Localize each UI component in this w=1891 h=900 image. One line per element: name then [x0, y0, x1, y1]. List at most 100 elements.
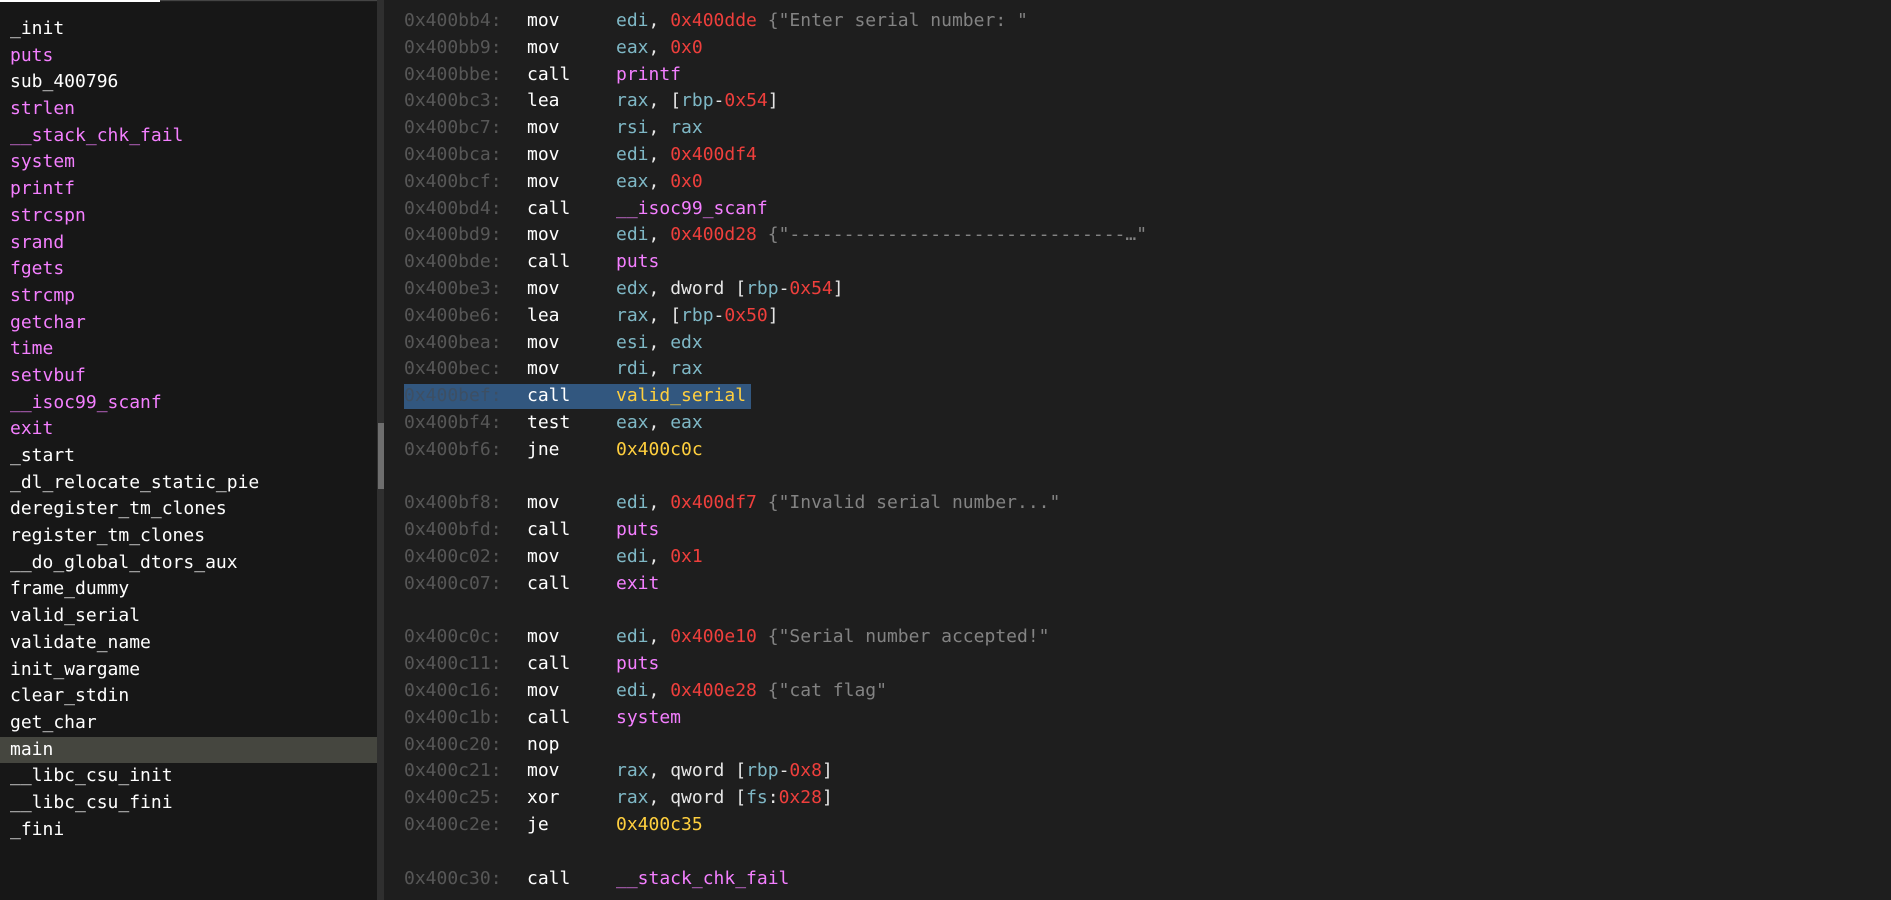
register-operand: eax	[616, 170, 649, 192]
function-item-libc-csu-init[interactable]: __libc_csu_init	[0, 763, 377, 790]
instruction-mnemonic: test	[527, 411, 571, 433]
instruction-address[interactable]: 0x400bbe:	[404, 62, 502, 89]
function-item-init[interactable]: _init	[0, 16, 377, 43]
register-operand: rbp	[746, 277, 779, 299]
instruction-address[interactable]: 0x400bd9:	[404, 222, 502, 249]
function-item-fgets[interactable]: fgets	[0, 256, 377, 283]
import-symbol[interactable]: puts	[616, 251, 659, 272]
immediate-operand[interactable]: 0x54	[789, 278, 832, 299]
import-symbol[interactable]: printf	[616, 64, 681, 85]
local-symbol[interactable]: 0x400c0c	[616, 439, 703, 460]
immediate-operand[interactable]: 0x400e10	[670, 626, 757, 647]
function-item-frame-dummy[interactable]: frame_dummy	[0, 576, 377, 603]
operand-text: ,	[648, 117, 671, 139]
function-item-get-char[interactable]: get_char	[0, 710, 377, 737]
operand-text: ,	[648, 411, 671, 433]
function-item-do-global-dtors-aux[interactable]: __do_global_dtors_aux	[0, 550, 377, 577]
instruction-mnemonic: mov	[527, 358, 560, 380]
instruction-address[interactable]: 0x400c25:	[404, 785, 502, 812]
function-item-start[interactable]: _start	[0, 443, 377, 470]
immediate-operand[interactable]: 0x400df7	[670, 492, 757, 513]
instruction-mnemonic: mov	[527, 170, 560, 192]
function-item-register-tm-clones[interactable]: register_tm_clones	[0, 523, 377, 550]
immediate-operand[interactable]: 0x400df4	[670, 144, 757, 165]
function-item-validate-name[interactable]: validate_name	[0, 630, 377, 657]
instruction-address[interactable]: 0x400bc7:	[404, 115, 502, 142]
immediate-operand[interactable]: 0x400dde	[670, 10, 757, 31]
instruction-address[interactable]: 0x400bec:	[404, 356, 502, 383]
local-symbol[interactable]: 0x400c35	[616, 814, 703, 835]
import-symbol[interactable]: puts	[616, 519, 659, 540]
immediate-operand[interactable]: 0x0	[670, 171, 703, 192]
function-item-clear-stdin[interactable]: clear_stdin	[0, 683, 377, 710]
instruction-address[interactable]: 0x400c16:	[404, 678, 502, 705]
instruction-address[interactable]: 0x400bea:	[404, 330, 502, 357]
instruction-address[interactable]: 0x400bca:	[404, 142, 502, 169]
instruction-mnemonic: call	[527, 867, 571, 889]
local-symbol[interactable]: valid_serial	[616, 385, 746, 406]
function-item-time[interactable]: time	[0, 336, 377, 363]
instruction-mnemonic: call	[527, 653, 571, 675]
instruction-address[interactable]: 0x400be6:	[404, 303, 502, 330]
function-item-printf[interactable]: printf	[0, 176, 377, 203]
instruction-address[interactable]: 0x400c2e:	[404, 812, 502, 839]
instruction-mnemonic: mov	[527, 143, 560, 165]
import-symbol[interactable]: __stack_chk_fail	[616, 868, 789, 889]
instruction-address[interactable]: 0x400bde:	[404, 249, 502, 276]
instruction-address[interactable]: 0x400bfd:	[404, 517, 502, 544]
instruction-address[interactable]: 0x400c07:	[404, 571, 502, 598]
instruction-address[interactable]: 0x400c0c:	[404, 624, 502, 651]
function-item-fini[interactable]: _fini	[0, 817, 377, 844]
function-item-setvbuf[interactable]: setvbuf	[0, 363, 377, 390]
instruction-address[interactable]: 0x400c21:	[404, 758, 502, 785]
function-item-strcspn[interactable]: strcspn	[0, 203, 377, 230]
instruction-address[interactable]: 0x400bf8:	[404, 490, 502, 517]
immediate-operand[interactable]: 0x8	[789, 760, 822, 781]
instruction-address[interactable]: 0x400bef:	[404, 383, 502, 410]
instruction-address[interactable]: 0x400bf4:	[404, 410, 502, 437]
instruction-address[interactable]: 0x400c1b:	[404, 705, 502, 732]
instruction-address[interactable]: 0x400c20:	[404, 732, 502, 759]
function-item-exit[interactable]: exit	[0, 416, 377, 443]
instruction-address[interactable]: 0x400bb9:	[404, 35, 502, 62]
function-item-strlen[interactable]: strlen	[0, 96, 377, 123]
operand-text: ]	[832, 277, 844, 299]
function-item-isoc99-scanf[interactable]: __isoc99_scanf	[0, 390, 377, 417]
immediate-operand[interactable]: 0x0	[670, 37, 703, 58]
immediate-operand[interactable]: 0x50	[724, 305, 767, 326]
function-item-srand[interactable]: srand	[0, 230, 377, 257]
instruction-address[interactable]: 0x400c11:	[404, 651, 502, 678]
import-symbol[interactable]: puts	[616, 653, 659, 674]
import-symbol[interactable]: exit	[616, 573, 659, 594]
function-item-getchar[interactable]: getchar	[0, 310, 377, 337]
immediate-operand[interactable]: 0x400d28	[670, 224, 757, 245]
import-symbol[interactable]: system	[616, 707, 681, 728]
instruction-operands: edi, 0x400dde {"Enter serial number: "	[616, 8, 1028, 35]
immediate-operand[interactable]: 0x54	[724, 90, 767, 111]
function-item-init-wargame[interactable]: init_wargame	[0, 657, 377, 684]
instruction-address[interactable]: 0x400c02:	[404, 544, 502, 571]
function-item-stack-chk-fail[interactable]: __stack_chk_fail	[0, 123, 377, 150]
import-symbol[interactable]: __isoc99_scanf	[616, 198, 768, 219]
function-item-libc-csu-fini[interactable]: __libc_csu_fini	[0, 790, 377, 817]
function-item-puts[interactable]: puts	[0, 43, 377, 70]
register-operand: rax	[670, 358, 703, 380]
instruction-address[interactable]: 0x400be3:	[404, 276, 502, 303]
immediate-operand[interactable]: 0x400e28	[670, 680, 757, 701]
function-item-strcmp[interactable]: strcmp	[0, 283, 377, 310]
immediate-operand[interactable]: 0x1	[670, 546, 703, 567]
function-item-valid-serial[interactable]: valid_serial	[0, 603, 377, 630]
function-item-system[interactable]: system	[0, 149, 377, 176]
instruction-address[interactable]: 0x400bd4:	[404, 196, 502, 223]
register-operand: rax	[616, 787, 649, 809]
instruction-address[interactable]: 0x400bcf:	[404, 169, 502, 196]
instruction-address[interactable]: 0x400bb4:	[404, 8, 502, 35]
instruction-address[interactable]: 0x400c30:	[404, 866, 502, 893]
instruction-address[interactable]: 0x400bf6:	[404, 437, 502, 464]
function-item-main[interactable]: main	[0, 736, 377, 764]
instruction-address[interactable]: 0x400bc3:	[404, 88, 502, 115]
function-item-dl-relocate-static-pie[interactable]: _dl_relocate_static_pie	[0, 470, 377, 497]
function-item-deregister-tm-clones[interactable]: deregister_tm_clones	[0, 496, 377, 523]
function-item-sub-400796[interactable]: sub_400796	[0, 69, 377, 96]
immediate-operand[interactable]: 0x28	[779, 787, 822, 808]
